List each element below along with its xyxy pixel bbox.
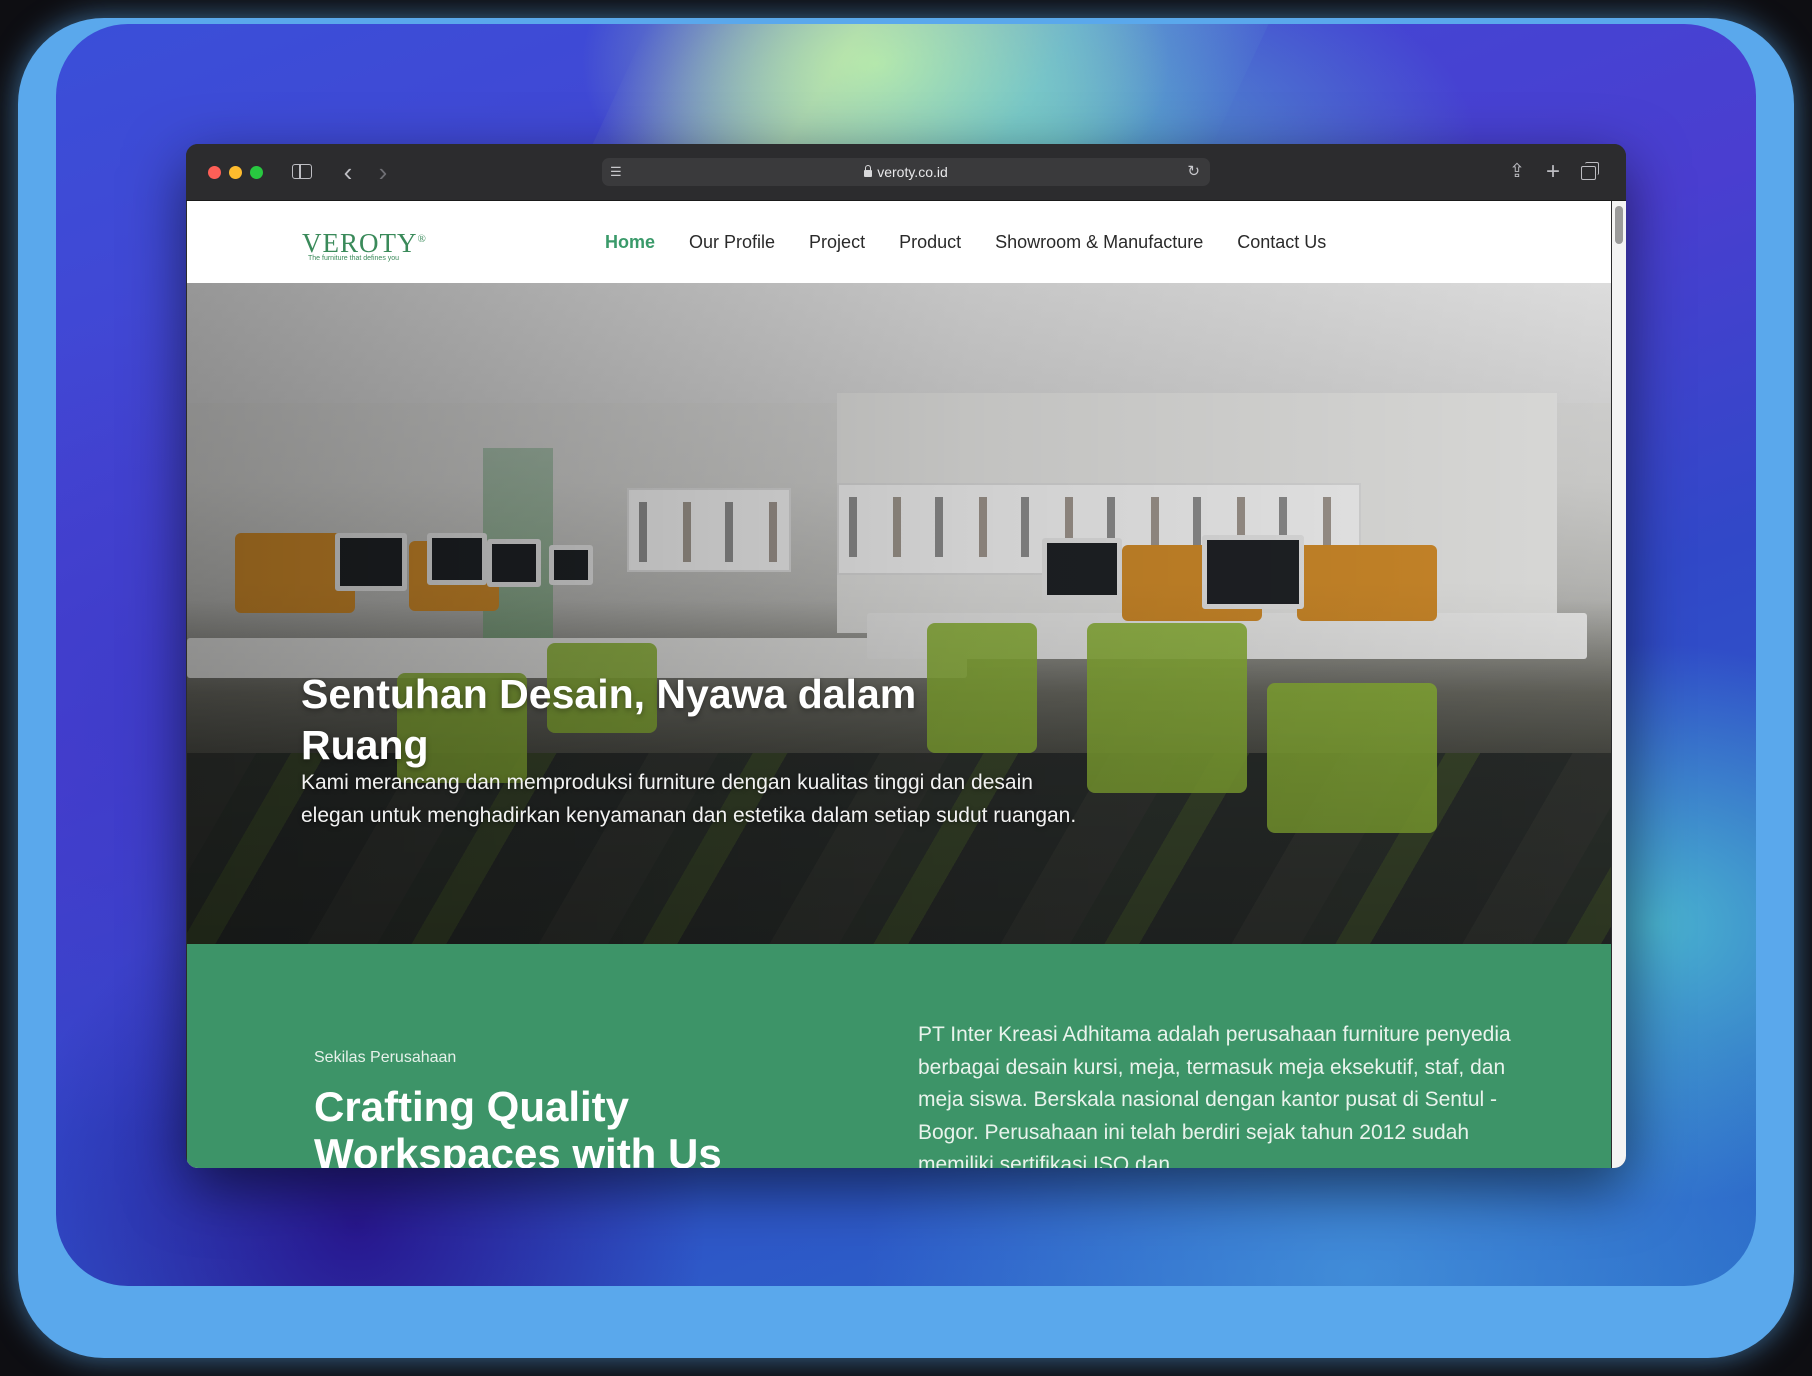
- section-eyebrow: Sekilas Perusahaan: [314, 1049, 457, 1066]
- reload-icon[interactable]: ↻: [1187, 162, 1200, 180]
- company-description: PT Inter Kreasi Adhitama adalah perusaha…: [918, 1023, 1511, 1168]
- section-title: Crafting Quality Workspaces with Us: [314, 1083, 722, 1168]
- nav-showroom-manufacture[interactable]: Showroom & Manufacture: [995, 231, 1203, 253]
- hero-description: Kami merancang dan memproduksi furniture…: [301, 771, 1077, 827]
- site-header: VEROTY® The furniture that defines you H…: [187, 201, 1611, 283]
- share-icon[interactable]: ⇪: [1506, 160, 1528, 184]
- tab-overview-icon[interactable]: [1578, 160, 1600, 184]
- company-overview-section: Sekilas Perusahaan Crafting Quality Work…: [187, 944, 1611, 1168]
- url-text: veroty.co.id: [877, 164, 948, 180]
- close-window-button[interactable]: [208, 166, 221, 179]
- sidebar-toggle-icon[interactable]: [292, 160, 316, 184]
- scrollbar-track[interactable]: [1612, 201, 1626, 1168]
- browser-window: ‹ › ☰ veroty.co.id ↻ ⇪ + VEROTY® The fur…: [186, 144, 1626, 1168]
- logo-registered-mark: ®: [417, 233, 427, 245]
- page-viewport: VEROTY® The furniture that defines you H…: [187, 201, 1611, 1168]
- zoom-window-button[interactable]: [250, 166, 263, 179]
- nav-product[interactable]: Product: [899, 231, 961, 253]
- nav-project[interactable]: Project: [809, 231, 865, 253]
- minimize-window-button[interactable]: [229, 166, 242, 179]
- site-logo[interactable]: VEROTY® The furniture that defines you: [302, 225, 427, 262]
- logo-wordmark: VEROTY: [302, 228, 418, 258]
- wallpaper-light-beam: [583, 24, 1269, 164]
- nav-home[interactable]: Home: [605, 231, 655, 253]
- scrollbar-thumb[interactable]: [1615, 206, 1623, 244]
- hero-title: Sentuhan Desain, Nyawa dalam Ruang: [301, 671, 917, 768]
- lock-icon: [864, 165, 873, 177]
- hero-section: Sentuhan Desain, Nyawa dalam Ruang Kami …: [187, 283, 1611, 944]
- nav-our-profile[interactable]: Our Profile: [689, 231, 775, 253]
- address-bar[interactable]: ☰ veroty.co.id ↻: [602, 158, 1210, 186]
- back-arrow-icon[interactable]: ‹: [338, 159, 358, 185]
- browser-toolbar: ‹ › ☰ veroty.co.id ↻ ⇪ +: [186, 144, 1626, 201]
- new-tab-icon[interactable]: +: [1542, 160, 1564, 184]
- forward-arrow-icon[interactable]: ›: [373, 159, 393, 185]
- main-nav: Home Our Profile Project Product Showroo…: [605, 231, 1360, 253]
- nav-contact-us[interactable]: Contact Us: [1237, 231, 1326, 253]
